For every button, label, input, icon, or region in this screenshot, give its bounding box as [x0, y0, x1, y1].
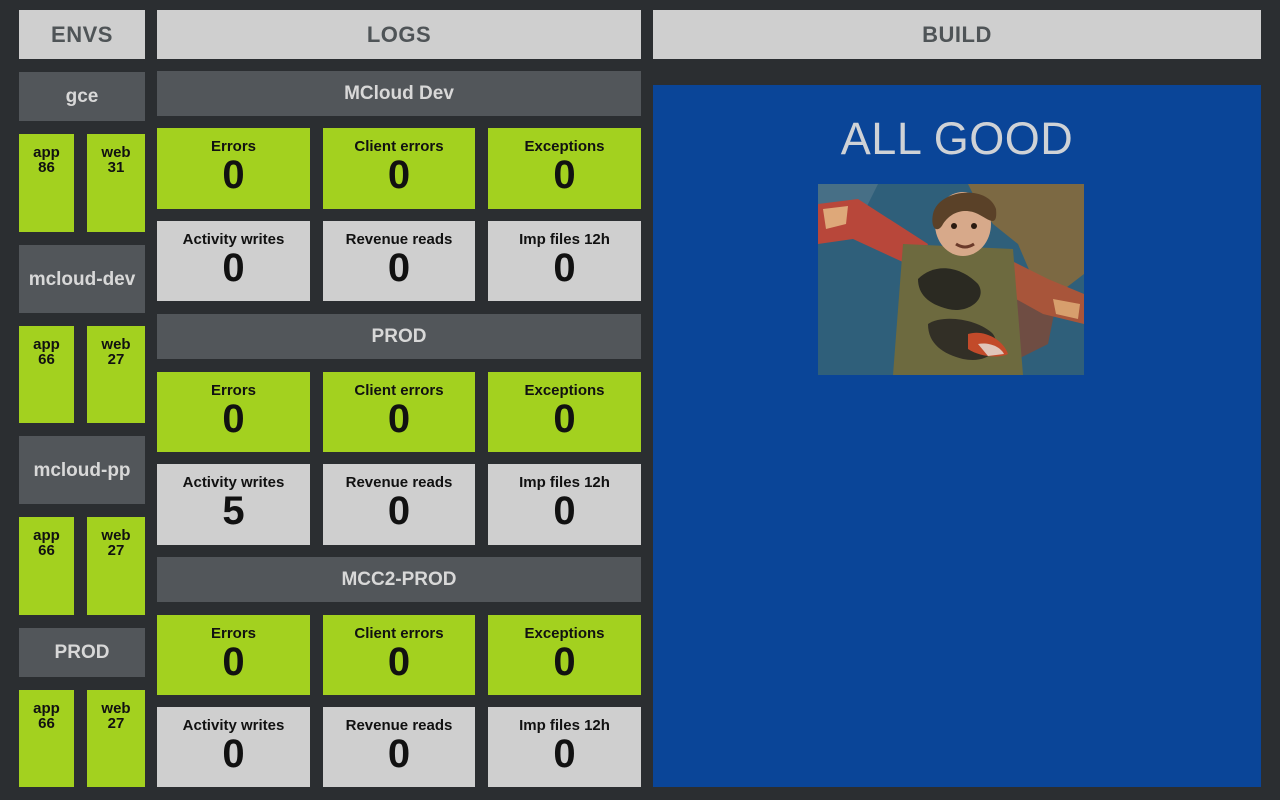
env-box-value: 27 [107, 542, 125, 559]
metric-imp-files: Imp files 12h 0 [488, 464, 641, 545]
metric-errors: Errors 0 [157, 128, 310, 209]
metric-value: 0 [553, 397, 576, 441]
metric-imp-files: Imp files 12h 0 [488, 707, 641, 787]
metric-value: 0 [387, 246, 411, 290]
metric-exceptions: Exceptions 0 [488, 615, 641, 695]
env-name-prod: PROD [19, 628, 145, 677]
env-mcloud-pp-app-box: app 66 [19, 517, 74, 615]
metric-activity-writes: Activity writes 5 [157, 464, 310, 545]
env-prod-app-box: app 66 [19, 690, 74, 787]
metric-client-errors: Client errors 0 [323, 615, 475, 695]
metric-value: 0 [222, 153, 245, 197]
env-box-label: web [101, 336, 131, 353]
env-box-label: web [101, 527, 131, 544]
metric-value: 0 [387, 397, 411, 441]
metric-value: 0 [553, 732, 576, 776]
env-box-value: 27 [107, 351, 125, 368]
env-box-label: web [101, 700, 131, 717]
env-box-label: app [33, 700, 60, 717]
celebration-image-svg [818, 184, 1084, 375]
env-name-gce: gce [19, 72, 145, 121]
env-box-label: app [33, 336, 60, 353]
env-box-value: 66 [38, 715, 55, 732]
metric-value: 0 [222, 732, 245, 776]
env-prod-web-box: web 27 [87, 690, 145, 787]
env-box-value: 66 [38, 542, 55, 559]
logs-header: LOGS [157, 10, 641, 59]
env-box-label: web [101, 144, 131, 161]
metric-client-errors: Client errors 0 [323, 128, 475, 209]
metric-imp-files: Imp files 12h 0 [488, 221, 641, 301]
metric-errors: Errors 0 [157, 372, 310, 452]
env-name-mcloud-dev: mcloud-dev [19, 245, 145, 313]
metric-errors: Errors 0 [157, 615, 310, 695]
env-name-mcloud-pp: mcloud-pp [19, 436, 145, 504]
build-header: BUILD [653, 10, 1261, 59]
env-box-value: 31 [107, 159, 125, 176]
metric-value: 0 [222, 246, 245, 290]
metric-client-errors: Client errors 0 [323, 372, 475, 452]
metric-value: 0 [387, 732, 411, 776]
envs-header: ENVS [19, 10, 145, 59]
metric-value: 0 [553, 640, 576, 684]
metric-value: 0 [387, 153, 411, 197]
env-mcloud-pp-web-box: web 27 [87, 517, 145, 615]
metric-value: 0 [387, 640, 411, 684]
env-box-label: app [33, 144, 60, 161]
metric-revenue-reads: Revenue reads 0 [323, 464, 475, 545]
metric-exceptions: Exceptions 0 [488, 372, 641, 452]
metric-revenue-reads: Revenue reads 0 [323, 707, 475, 787]
metric-value: 0 [222, 397, 245, 441]
metric-value: 0 [553, 153, 576, 197]
log-section-title: MCloud Dev [157, 71, 641, 116]
metric-value: 0 [553, 246, 576, 290]
log-section-title: PROD [157, 314, 641, 359]
env-box-value: 27 [107, 715, 125, 732]
metric-value: 0 [387, 489, 411, 533]
metric-revenue-reads: Revenue reads 0 [323, 221, 475, 301]
env-gce-app-box: app 86 [19, 134, 74, 232]
metric-exceptions: Exceptions 0 [488, 128, 641, 209]
env-gce-web-box: web 31 [87, 134, 145, 232]
metric-activity-writes: Activity writes 0 [157, 221, 310, 301]
metric-activity-writes: Activity writes 0 [157, 707, 310, 787]
env-mcloud-dev-app-box: app 66 [19, 326, 74, 423]
env-box-value: 66 [38, 351, 55, 368]
metric-value: 0 [222, 640, 245, 684]
celebration-gif-image [818, 184, 1084, 375]
env-box-value: 86 [38, 159, 55, 176]
build-status-text: ALL GOOD [840, 113, 1074, 164]
log-section-title: MCC2-PROD [157, 557, 641, 602]
env-mcloud-dev-web-box: web 27 [87, 326, 145, 423]
env-box-label: app [33, 527, 60, 544]
build-panel: ALL GOOD [653, 85, 1261, 787]
metric-value: 5 [222, 489, 245, 533]
metric-value: 0 [553, 489, 576, 533]
